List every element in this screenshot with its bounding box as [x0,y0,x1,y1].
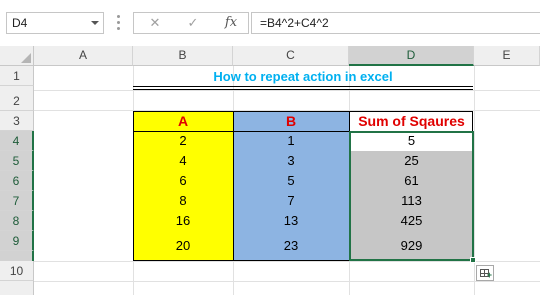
row-header-1[interactable]: 1 [0,66,34,86]
cell-sum-row-8[interactable]: 425 [349,211,474,231]
select-all-triangle-icon [21,53,31,63]
table-divider [349,111,350,261]
cell-a-row-7[interactable]: 8 [133,191,233,211]
cell-sum-row-9[interactable]: 929 [349,231,474,261]
row-header-8[interactable]: 8 [0,211,34,231]
quick-analysis-icon[interactable]: + [476,265,494,281]
formula-bar: D4 ✕ ✓ fx =B4^2+C4^2 [0,0,540,46]
cell-a-row-6[interactable]: 6 [133,171,233,191]
cell-b-row-9[interactable]: 23 [233,231,349,261]
cell-b-row-4[interactable]: 1 [233,131,349,151]
formula-buttons: ✕ ✓ fx [133,12,249,34]
active-cell-sum-row-4[interactable]: 5 [349,131,474,151]
column-header-e[interactable]: E [474,46,540,66]
cell-a-row-4[interactable]: 2 [133,131,233,151]
row-header-3[interactable]: 3 [0,111,34,131]
row-header-6[interactable]: 6 [0,171,34,191]
row-header-9[interactable]: 9 [0,231,34,251]
column-header-d[interactable]: D [349,46,474,66]
row-header-4[interactable]: 4 [0,131,34,151]
drag-handle-icon[interactable] [117,15,120,31]
select-all-button[interactable] [0,46,34,66]
cell-sum-row-6[interactable]: 61 [349,171,474,191]
column-header-b[interactable]: B [133,46,233,66]
cell-b-row-8[interactable]: 13 [233,211,349,231]
formula-text: =B4^2+C4^2 [260,16,329,30]
check-icon[interactable]: ✓ [178,13,208,33]
table-divider [233,111,234,261]
fx-icon[interactable]: fx [216,13,246,33]
cell-a-row-5[interactable]: 4 [133,151,233,171]
column-header-c[interactable]: C [233,46,349,66]
name-box[interactable]: D4 [6,12,104,34]
title-double-underline [133,86,473,90]
cell-a-row-8[interactable]: 16 [133,211,233,231]
chevron-down-icon[interactable] [91,21,99,25]
header-cell-sum[interactable]: Sum of Sqaures [349,111,474,131]
cell-b-row-7[interactable]: 7 [233,191,349,211]
cell-sum-row-5[interactable]: 25 [349,151,474,171]
fill-handle[interactable] [470,257,476,263]
row-header-7[interactable]: 7 [0,191,34,211]
cell-b-row-6[interactable]: 5 [233,171,349,191]
header-cell-b[interactable]: B [233,111,349,131]
column-header-a[interactable]: A [34,46,133,66]
name-box-value: D4 [12,16,28,30]
close-icon[interactable]: ✕ [140,13,170,33]
header-cell-a[interactable]: A [133,111,233,131]
cell-b-row-5[interactable]: 3 [233,151,349,171]
formula-input[interactable]: =B4^2+C4^2 [251,12,540,34]
table-divider [133,131,473,132]
row-header-5[interactable]: 5 [0,151,34,171]
sheet-title[interactable]: How to repeat action in excel [133,67,473,86]
row-header-2[interactable]: 2 [0,91,34,111]
row-header-10[interactable]: 10 [0,261,34,281]
cell-a-row-9[interactable]: 20 [133,231,233,261]
cell-sum-row-7[interactable]: 113 [349,191,474,211]
